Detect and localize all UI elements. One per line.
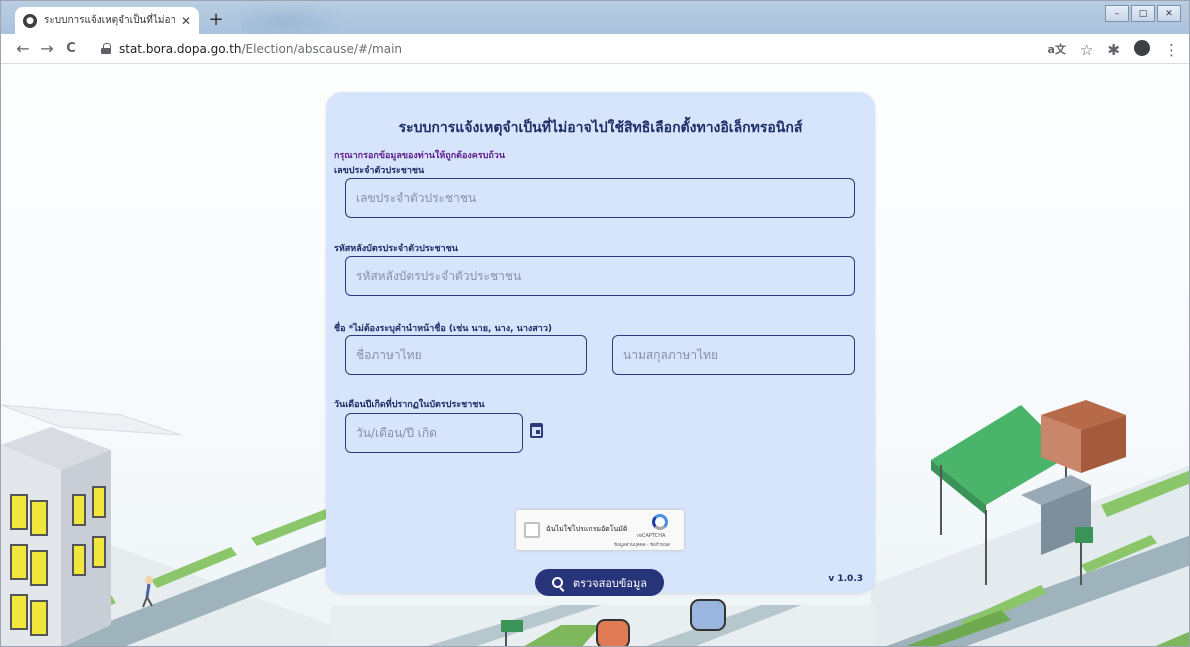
form-hint: กรุณากรอกข้อมูลของท่านให้ถูกต้องครบถ้วน	[334, 151, 506, 161]
window-controls: – □ ✕	[1105, 5, 1181, 22]
name-label: ชื่อ *ไม่ต้องระบุคำนำหน้าชื่อ (เช่น นาย,…	[334, 324, 552, 334]
citizen-id-input[interactable]: เลขประจำตัวประชาชน	[345, 178, 855, 218]
recaptcha-widget: ฉันไม่ใช่โปรแกรมอัตโนมัติ reCAPTCHA ข้อม…	[515, 509, 685, 551]
page-content: ระบบการแจ้งเหตุจำเป็นที่ไม่อาจไปใช้สิทธิ…	[1, 65, 1189, 646]
url-path: /Election/abscause/#/main	[241, 41, 403, 56]
tab-strip: ● ระบบการแจ้งเหตุจำเป็นที่ไม่อาจไปใช้สิท…	[1, 1, 1189, 34]
recaptcha-logo-icon	[652, 514, 668, 530]
recaptcha-label: ฉันไม่ใช่โปรแกรมอัตโนมัติ	[546, 525, 628, 533]
address-bar[interactable]: stat.bora.dopa.go.th/Election/abscause/#…	[119, 42, 402, 56]
recaptcha-brand: reCAPTCHA	[637, 533, 666, 539]
first-name-input[interactable]: ชื่อภาษาไทย	[345, 335, 587, 375]
new-tab-button[interactable]: +	[205, 10, 227, 32]
search-icon	[551, 577, 563, 588]
forward-button[interactable]: →	[35, 39, 59, 58]
extensions-icon[interactable]: ✱	[1107, 41, 1120, 59]
star-icon[interactable]: ☆	[1080, 41, 1093, 59]
address-toolbar: ← → C stat.bora.dopa.go.th/Election/absc…	[1, 34, 1189, 64]
back-button[interactable]: ←	[11, 39, 35, 58]
browser-window: ● ระบบการแจ้งเหตุจำเป็นที่ไม่อาจไปใช้สิท…	[0, 0, 1190, 647]
laser-code-label: รหัสหลังบัตรประจำตัวประชาชน	[334, 244, 458, 254]
form-card: ระบบการแจ้งเหตุจำเป็นที่ไม่อาจไปใช้สิทธิ…	[326, 92, 875, 596]
menu-icon[interactable]: ⋮	[1164, 41, 1179, 59]
form-title: ระบบการแจ้งเหตุจำเป็นที่ไม่อาจไปใช้สิทธิ…	[398, 120, 803, 136]
minimize-button[interactable]: –	[1105, 5, 1129, 22]
verify-button[interactable]: ตรวจสอบข้อมูล	[535, 569, 664, 596]
toolbar-actions: a文 ☆ ✱ ⋮	[1048, 40, 1179, 59]
lock-icon[interactable]	[101, 43, 111, 54]
dob-input[interactable]: วัน/เดือน/ปี เกิด	[345, 413, 523, 453]
maximize-button[interactable]: □	[1131, 5, 1155, 22]
reload-button[interactable]: C	[59, 41, 83, 56]
id-label: เลขประจำตัวประชาชน	[334, 166, 425, 176]
close-tab-icon[interactable]: ✕	[181, 14, 191, 28]
close-window-button[interactable]: ✕	[1157, 5, 1181, 22]
browser-tab[interactable]: ● ระบบการแจ้งเหตุจำเป็นที่ไม่อาจไปใช้สิท…	[15, 7, 199, 34]
last-name-input[interactable]: นามสกุลภาษาไทย	[612, 335, 855, 375]
laser-code-input[interactable]: รหัสหลังบัตรประจำตัวประชาชน	[345, 256, 855, 296]
recaptcha-checkbox[interactable]	[524, 522, 540, 538]
version-label: v 1.0.3	[828, 574, 863, 584]
translate-icon[interactable]: a文	[1048, 41, 1066, 59]
verify-button-label: ตรวจสอบข้อมูล	[572, 576, 648, 590]
tab-strip-decoration	[241, 1, 351, 34]
tab-title: ระบบการแจ้งเหตุจำเป็นที่ไม่อาจไปใช้สิท	[44, 15, 175, 26]
url-host: stat.bora.dopa.go.th	[119, 41, 242, 56]
profile-icon[interactable]	[1134, 40, 1150, 56]
dob-label: วันเดือนปีเกิดที่ปรากฏในบัตรประชาชน	[334, 400, 485, 410]
globe-icon: ●	[23, 13, 37, 28]
recaptcha-terms-link[interactable]: ข้อมูลส่วนบุคคล - ข้อกำหนด	[614, 541, 670, 548]
calendar-icon[interactable]	[530, 423, 543, 438]
